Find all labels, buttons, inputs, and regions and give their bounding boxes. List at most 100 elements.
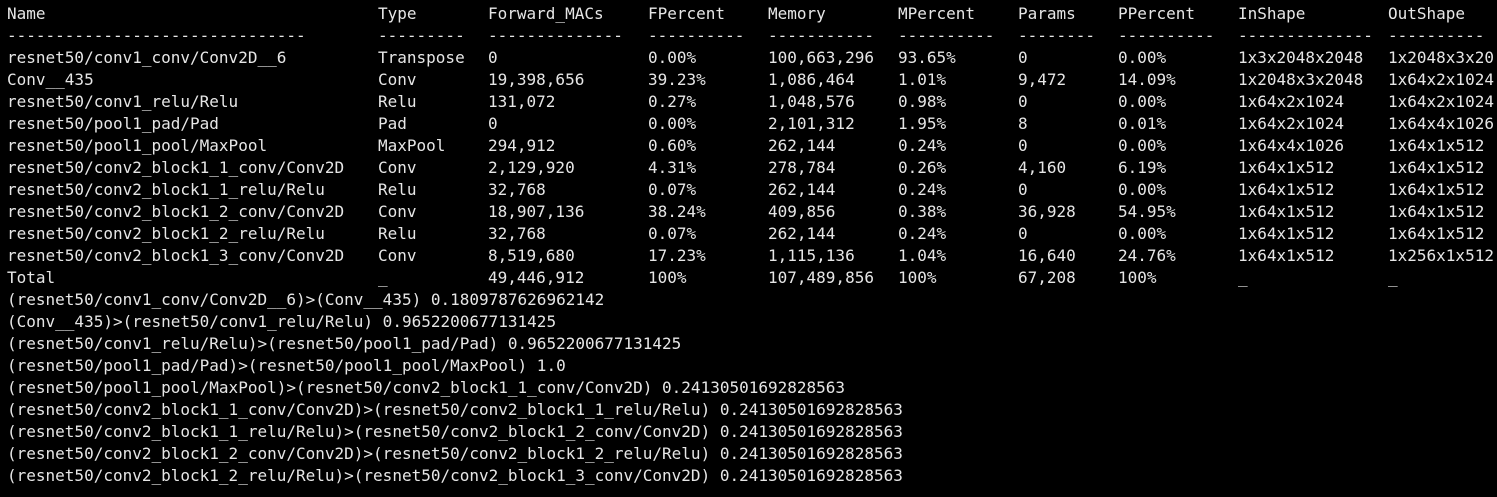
- separator-cell: -----------: [768, 26, 874, 45]
- table-row: Conv__435 Conv 19,398,656 39.23% 1,086,464 1.…: [0, 69, 1497, 91]
- separator-cell: --------------: [488, 26, 623, 45]
- cell-inshape: 1x64x1x512: [1238, 158, 1335, 177]
- table-separator: ------------------------------- --------…: [0, 25, 1497, 47]
- log-row: (resnet50/pool1_pad/Pad)>(resnet50/pool1…: [0, 355, 1497, 377]
- cell-forward-macs: 2,129,920: [488, 158, 575, 177]
- cell-name: resnet50/conv2_block1_1_relu/Relu: [7, 180, 325, 199]
- cell-inshape: 1x2048x3x2048: [1238, 70, 1364, 89]
- cell-params: 8: [1018, 114, 1028, 133]
- cell-outshape: 1x64x1x512: [1388, 136, 1485, 155]
- log-line: (resnet50/conv2_block1_1_conv/Conv2D)>(r…: [7, 400, 903, 419]
- log-row: (resnet50/conv2_block1_2_conv/Conv2D)>(r…: [0, 443, 1497, 465]
- header-memory: Memory: [768, 4, 826, 23]
- cell-name: resnet50/pool1_pool/MaxPool: [7, 136, 268, 155]
- cell-ppercent: 54.95%: [1118, 202, 1176, 221]
- cell-name: resnet50/conv2_block1_2_conv/Conv2D: [7, 202, 345, 221]
- log-row: (resnet50/conv2_block1_1_conv/Conv2D)>(r…: [0, 399, 1497, 421]
- cell-forward-macs: 0: [488, 48, 498, 67]
- cell-memory: 2,101,312: [768, 114, 855, 133]
- cell-fpercent: 0.60%: [648, 136, 697, 155]
- cell-forward-macs: 8,519,680: [488, 246, 575, 265]
- cell-outshape: 1x64x2x1024: [1388, 70, 1494, 89]
- table-total-row: Total _ 49,446,912 100% 107,489,856 100% 67,20…: [0, 267, 1497, 289]
- log-row: (resnet50/conv2_block1_2_relu/Relu)>(res…: [0, 465, 1497, 487]
- log-line: (resnet50/conv1_relu/Relu)>(resnet50/poo…: [7, 334, 682, 353]
- cell-outshape: 1x2048x3x20: [1388, 48, 1494, 67]
- cell-params: 16,640: [1018, 246, 1076, 265]
- log-line: (resnet50/conv2_block1_2_relu/Relu)>(res…: [7, 466, 903, 485]
- cell-inshape: 1x64x4x1026: [1238, 136, 1344, 155]
- cell-type: Conv: [378, 70, 417, 89]
- cell-memory: 107,489,856: [768, 268, 874, 287]
- cell-type: MaxPool: [378, 136, 446, 155]
- cell-inshape: 1x64x2x1024: [1238, 114, 1344, 133]
- header-mpercent: MPercent: [898, 4, 976, 23]
- cell-forward-macs: 294,912: [488, 136, 556, 155]
- cell-mpercent: 93.65%: [898, 48, 956, 67]
- table-row: resnet50/conv2_block1_2_conv/Conv2D Conv 1…: [0, 201, 1497, 223]
- cell-inshape: 1x64x2x1024: [1238, 92, 1344, 111]
- cell-name: Conv__435: [7, 70, 94, 89]
- cell-outshape: 1x64x2x1024: [1388, 92, 1494, 111]
- cell-fpercent: 4.31%: [648, 158, 697, 177]
- cell-outshape: _: [1388, 268, 1398, 287]
- cell-memory: 1,048,576: [768, 92, 855, 111]
- cell-params: 0: [1018, 48, 1028, 67]
- cell-outshape: 1x64x1x512: [1388, 180, 1485, 199]
- cell-name: resnet50/pool1_pad/Pad: [7, 114, 219, 133]
- cell-mpercent: 0.26%: [898, 158, 947, 177]
- terminal-output[interactable]: Name Type Forward_MACs FPercent Memory M…: [0, 0, 1497, 497]
- cell-type: Conv: [378, 246, 417, 265]
- log-row: (resnet50/conv2_block1_1_relu/Relu)>(res…: [0, 421, 1497, 443]
- log-line: (resnet50/conv1_conv/Conv2D__6)>(Conv__4…: [7, 290, 605, 309]
- cell-outshape: 1x256x1x512: [1388, 246, 1494, 265]
- cell-outshape: 1x64x1x512: [1388, 224, 1485, 243]
- cell-type: Relu: [378, 224, 417, 243]
- cell-fpercent: 0.00%: [648, 114, 697, 133]
- separator-cell: ----------: [898, 26, 995, 45]
- cell-mpercent: 0.24%: [898, 224, 947, 243]
- cell-params: 9,472: [1018, 70, 1067, 89]
- cell-forward-macs: 49,446,912: [488, 268, 585, 287]
- cell-memory: 262,144: [768, 224, 836, 243]
- cell-name: resnet50/conv2_block1_1_conv/Conv2D: [7, 158, 345, 177]
- cell-ppercent: 0.00%: [1118, 136, 1167, 155]
- cell-params: 0: [1018, 92, 1028, 111]
- log-line: (resnet50/pool1_pad/Pad)>(resnet50/pool1…: [7, 356, 566, 375]
- cell-type: Conv: [378, 202, 417, 221]
- cell-type: Relu: [378, 92, 417, 111]
- cell-memory: 262,144: [768, 136, 836, 155]
- separator-cell: ---------: [378, 26, 465, 45]
- cell-fpercent: 0.27%: [648, 92, 697, 111]
- cell-forward-macs: 18,907,136: [488, 202, 585, 221]
- log-line: (resnet50/conv2_block1_2_conv/Conv2D)>(r…: [7, 444, 903, 463]
- cell-params: 36,928: [1018, 202, 1076, 221]
- table-row: resnet50/conv2_block1_1_conv/Conv2D Conv 2…: [0, 157, 1497, 179]
- cell-params: 4,160: [1018, 158, 1067, 177]
- cell-type: Pad: [378, 114, 407, 133]
- cell-outshape: 1x64x1x512: [1388, 158, 1485, 177]
- cell-inshape: _: [1238, 268, 1248, 287]
- log-row: (resnet50/pool1_pool/MaxPool)>(resnet50/…: [0, 377, 1497, 399]
- header-params: Params: [1018, 4, 1076, 23]
- cell-ppercent: 0.00%: [1118, 48, 1167, 67]
- header-forward-macs: Forward_MACs: [488, 4, 604, 23]
- separator-cell: --------------: [1238, 26, 1373, 45]
- cell-forward-macs: 19,398,656: [488, 70, 585, 89]
- separator-cell: ----------: [648, 26, 745, 45]
- table-row: resnet50/conv1_conv/Conv2D__6 Transpose 0 0…: [0, 47, 1497, 69]
- header-type: Type: [378, 4, 417, 23]
- cell-memory: 1,115,136: [768, 246, 855, 265]
- cell-memory: 100,663,296: [768, 48, 874, 67]
- header-ppercent: PPercent: [1118, 4, 1196, 23]
- table-row: resnet50/pool1_pool/MaxPool MaxPool 294,91…: [0, 135, 1497, 157]
- cell-name: Total: [7, 268, 56, 287]
- cell-mpercent: 0.98%: [898, 92, 947, 111]
- cell-forward-macs: 0: [488, 114, 498, 133]
- table-row: resnet50/conv1_relu/Relu Relu 131,072 0.27%…: [0, 91, 1497, 113]
- separator-cell: ----------: [1118, 26, 1215, 45]
- cell-type: Relu: [378, 180, 417, 199]
- cell-outshape: 1x64x4x1026: [1388, 114, 1494, 133]
- cell-ppercent: 0.00%: [1118, 92, 1167, 111]
- cell-type: _: [378, 268, 388, 287]
